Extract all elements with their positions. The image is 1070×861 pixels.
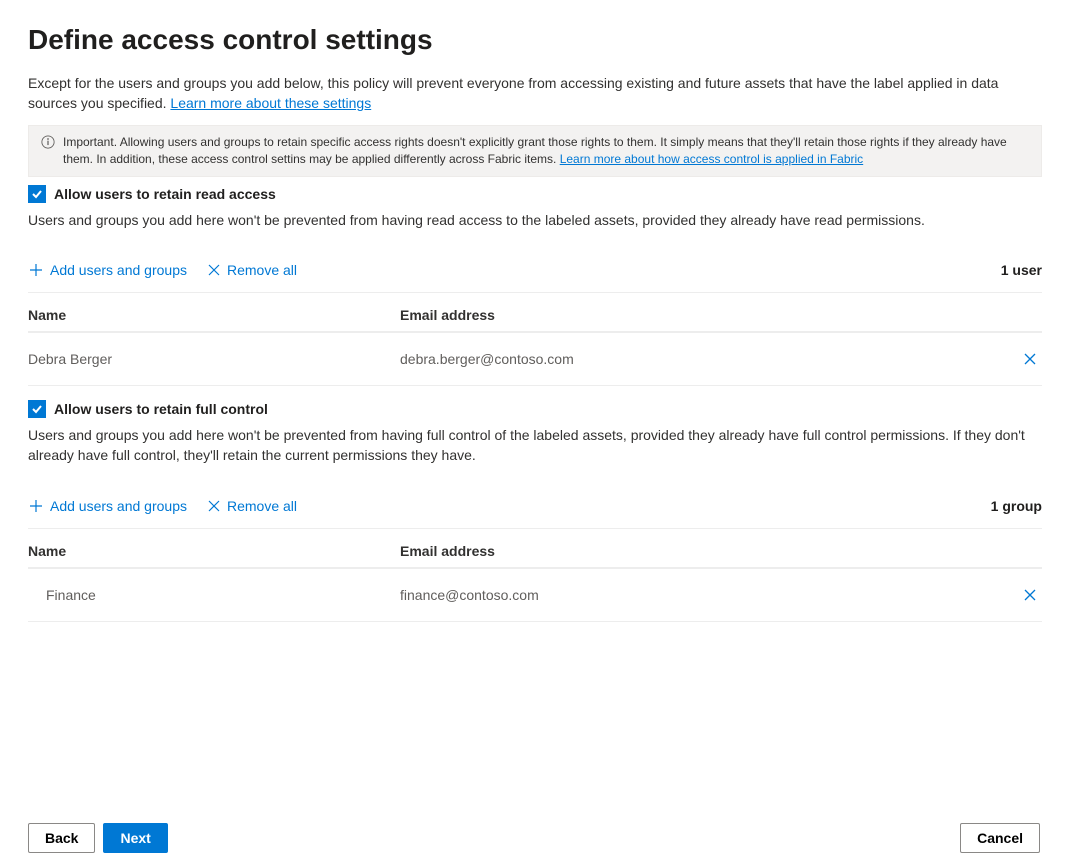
read-access-description: Users and groups you add here won't be p… — [28, 211, 1042, 231]
row-email: debra.berger@contoso.com — [400, 351, 1002, 367]
x-icon — [207, 263, 221, 277]
read-col-email: Email address — [400, 307, 1002, 323]
read-remove-all-button[interactable]: Remove all — [207, 258, 297, 282]
info-icon — [41, 135, 55, 149]
full-control-checkbox[interactable] — [28, 400, 46, 418]
x-icon — [1022, 351, 1038, 367]
full-toolbar: Add users and groups Remove all 1 group — [28, 490, 1042, 529]
read-count-label: 1 user — [1001, 262, 1042, 278]
row-name: Finance — [28, 587, 400, 603]
plus-icon — [28, 262, 44, 278]
read-col-name: Name — [28, 307, 400, 323]
intro-paragraph: Except for the users and groups you add … — [28, 74, 1042, 113]
read-add-users-button[interactable]: Add users and groups — [28, 258, 187, 282]
full-table-header: Name Email address — [28, 529, 1042, 569]
learn-more-link[interactable]: Learn more about these settings — [170, 95, 371, 111]
full-add-users-button[interactable]: Add users and groups — [28, 494, 187, 518]
back-button[interactable]: Back — [28, 823, 95, 853]
read-access-label: Allow users to retain read access — [54, 186, 276, 202]
table-row: Finance finance@contoso.com — [28, 569, 1042, 622]
read-remove-all-label: Remove all — [227, 262, 297, 278]
checkmark-icon — [31, 188, 43, 200]
full-count-label: 1 group — [991, 498, 1042, 514]
table-row: Debra Berger debra.berger@contoso.com — [28, 333, 1042, 386]
full-control-checkbox-row: Allow users to retain full control — [28, 400, 1042, 418]
remove-row-button[interactable] — [1018, 583, 1042, 607]
row-email: finance@contoso.com — [400, 587, 1002, 603]
full-remove-all-button[interactable]: Remove all — [207, 494, 297, 518]
next-button[interactable]: Next — [103, 823, 167, 853]
remove-row-button[interactable] — [1018, 347, 1042, 371]
checkmark-icon — [31, 403, 43, 415]
full-remove-all-label: Remove all — [227, 498, 297, 514]
full-col-name: Name — [28, 543, 400, 559]
read-access-checkbox-row: Allow users to retain read access — [28, 185, 1042, 203]
full-control-label: Allow users to retain full control — [54, 401, 268, 417]
footer: Back Next Cancel — [28, 823, 1048, 853]
read-toolbar: Add users and groups Remove all 1 user — [28, 254, 1042, 293]
cancel-button[interactable]: Cancel — [960, 823, 1040, 853]
row-name: Debra Berger — [28, 351, 400, 367]
read-access-checkbox[interactable] — [28, 185, 46, 203]
page-title: Define access control settings — [28, 24, 1042, 56]
full-add-label: Add users and groups — [50, 498, 187, 514]
banner-link[interactable]: Learn more about how access control is a… — [560, 152, 864, 166]
full-col-email: Email address — [400, 543, 1002, 559]
x-icon — [1022, 587, 1038, 603]
read-add-label: Add users and groups — [50, 262, 187, 278]
banner-body: Allowing users and groups to retain spec… — [63, 135, 1007, 166]
read-table-header: Name Email address — [28, 293, 1042, 333]
full-control-description: Users and groups you add here won't be p… — [28, 426, 1042, 465]
x-icon — [207, 499, 221, 513]
banner-prefix: Important. — [63, 135, 120, 149]
info-banner: Important. Allowing users and groups to … — [28, 125, 1042, 177]
plus-icon — [28, 498, 44, 514]
